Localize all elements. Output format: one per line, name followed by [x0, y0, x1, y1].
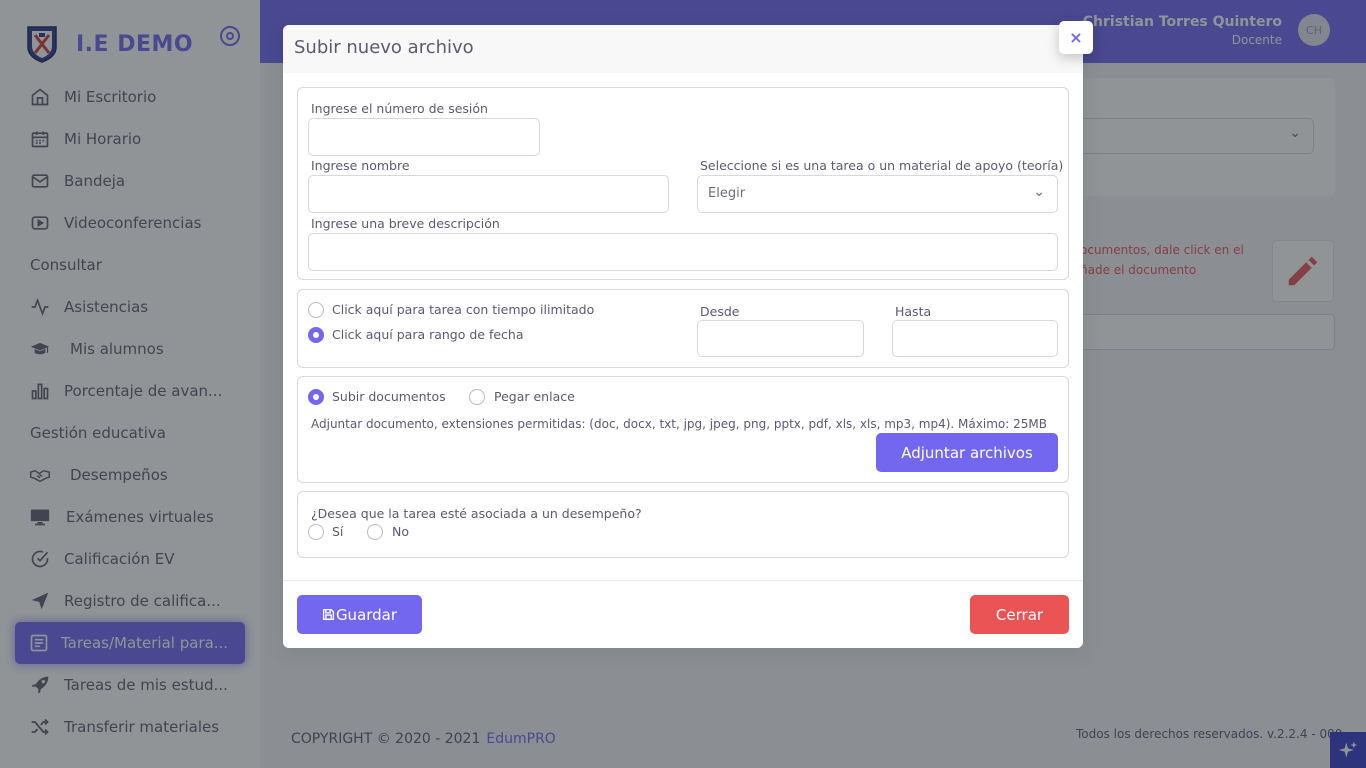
to-label: Hasta [895, 304, 932, 319]
chevron-down-icon: ⌄ [1033, 184, 1045, 200]
radio-paste-link[interactable] [469, 389, 485, 405]
session-number-input[interactable] [308, 118, 540, 156]
date-range-label[interactable]: Click aquí para rango de fecha [332, 327, 524, 342]
attach-help-text: Adjuntar documento, extensiones permitid… [311, 417, 1047, 431]
upload-group: Subir documentos Pegar enlace Adjuntar d… [297, 376, 1069, 483]
description-input[interactable] [308, 233, 1058, 271]
name-label: Ingrese nombre [311, 158, 410, 173]
association-yes-label[interactable]: Sí [332, 524, 343, 539]
close-icon: × [1069, 28, 1083, 47]
attach-files-button[interactable]: Adjuntar archivos [876, 433, 1058, 472]
description-label: Ingrese una breve descripción [311, 216, 500, 231]
modal-header: Subir nuevo archivo [283, 25, 1083, 73]
radio-date-range[interactable] [308, 327, 324, 343]
save-icon [322, 608, 334, 621]
session-label: Ingrese el número de sesión [311, 101, 488, 116]
modal-title: Subir nuevo archivo [294, 37, 474, 58]
association-no-label[interactable]: No [392, 524, 409, 539]
type-label: Seleccione si es una tarea o un material… [700, 158, 1064, 173]
time-options-group: Click aquí para tarea con tiempo ilimita… [297, 289, 1069, 368]
name-input[interactable] [308, 175, 669, 213]
type-select-value: Elegir [708, 186, 746, 201]
paste-link-label[interactable]: Pegar enlace [494, 389, 575, 404]
modal-footer: Guardar Cerrar [283, 580, 1083, 648]
unlimited-time-label[interactable]: Click aquí para tarea con tiempo ilimita… [332, 302, 594, 317]
from-date-input[interactable] [697, 320, 864, 357]
radio-association-yes[interactable] [308, 524, 324, 540]
basic-info-group: Ingrese el número de sesión Ingrese nomb… [297, 87, 1069, 280]
from-label: Desde [700, 304, 740, 319]
radio-upload-documents[interactable] [308, 389, 324, 405]
to-date-input[interactable] [892, 320, 1058, 357]
radio-unlimited-time[interactable] [308, 302, 324, 318]
association-question: ¿Desea que la tarea esté asociada a un d… [311, 506, 642, 521]
save-button-label: Guardar [335, 605, 398, 624]
upload-file-modal: Subir nuevo archivo × Ingrese el número … [283, 21, 1093, 648]
modal-close-button[interactable]: × [1059, 21, 1093, 54]
cancel-button[interactable]: Cerrar [970, 595, 1069, 634]
upload-documents-label[interactable]: Subir documentos [332, 389, 446, 404]
type-select[interactable]: Elegir ⌄ [697, 175, 1058, 213]
radio-association-no[interactable] [367, 524, 383, 540]
performance-association-group: ¿Desea que la tarea esté asociada a un d… [297, 491, 1069, 558]
save-button[interactable]: Guardar [297, 595, 422, 634]
